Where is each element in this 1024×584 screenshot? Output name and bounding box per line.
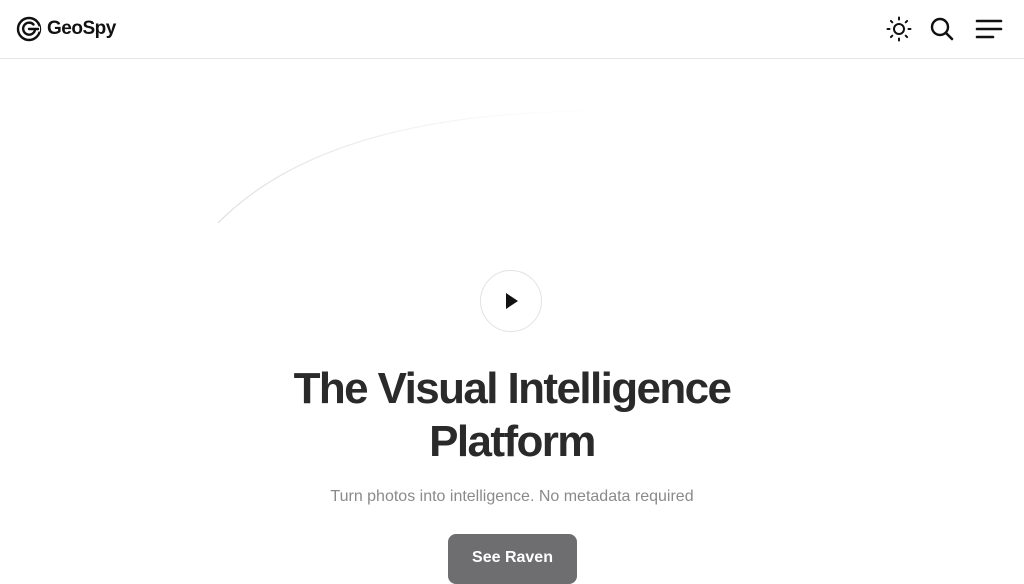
logo-link[interactable]: GeoSpy <box>16 16 116 42</box>
logo-text: GeoSpy <box>47 18 116 39</box>
sun-icon <box>886 16 912 42</box>
see-raven-button[interactable]: See Raven <box>448 534 577 584</box>
logo-icon <box>16 16 42 42</box>
play-icon <box>506 293 518 309</box>
hero-subtitle: Turn photos into intelligence. No metada… <box>330 488 694 505</box>
header-actions <box>871 14 1004 44</box>
search-button[interactable] <box>927 14 957 44</box>
play-video-button[interactable] <box>480 270 542 332</box>
hero-title: The Visual Intelligence Platform <box>293 364 732 466</box>
menu-button[interactable] <box>974 14 1004 44</box>
decorative-arc <box>217 110 611 224</box>
menu-icon <box>975 19 1003 39</box>
theme-toggle-button[interactable] <box>884 14 914 44</box>
search-icon <box>930 17 954 41</box>
site-header: GeoSpy <box>0 0 1024 59</box>
